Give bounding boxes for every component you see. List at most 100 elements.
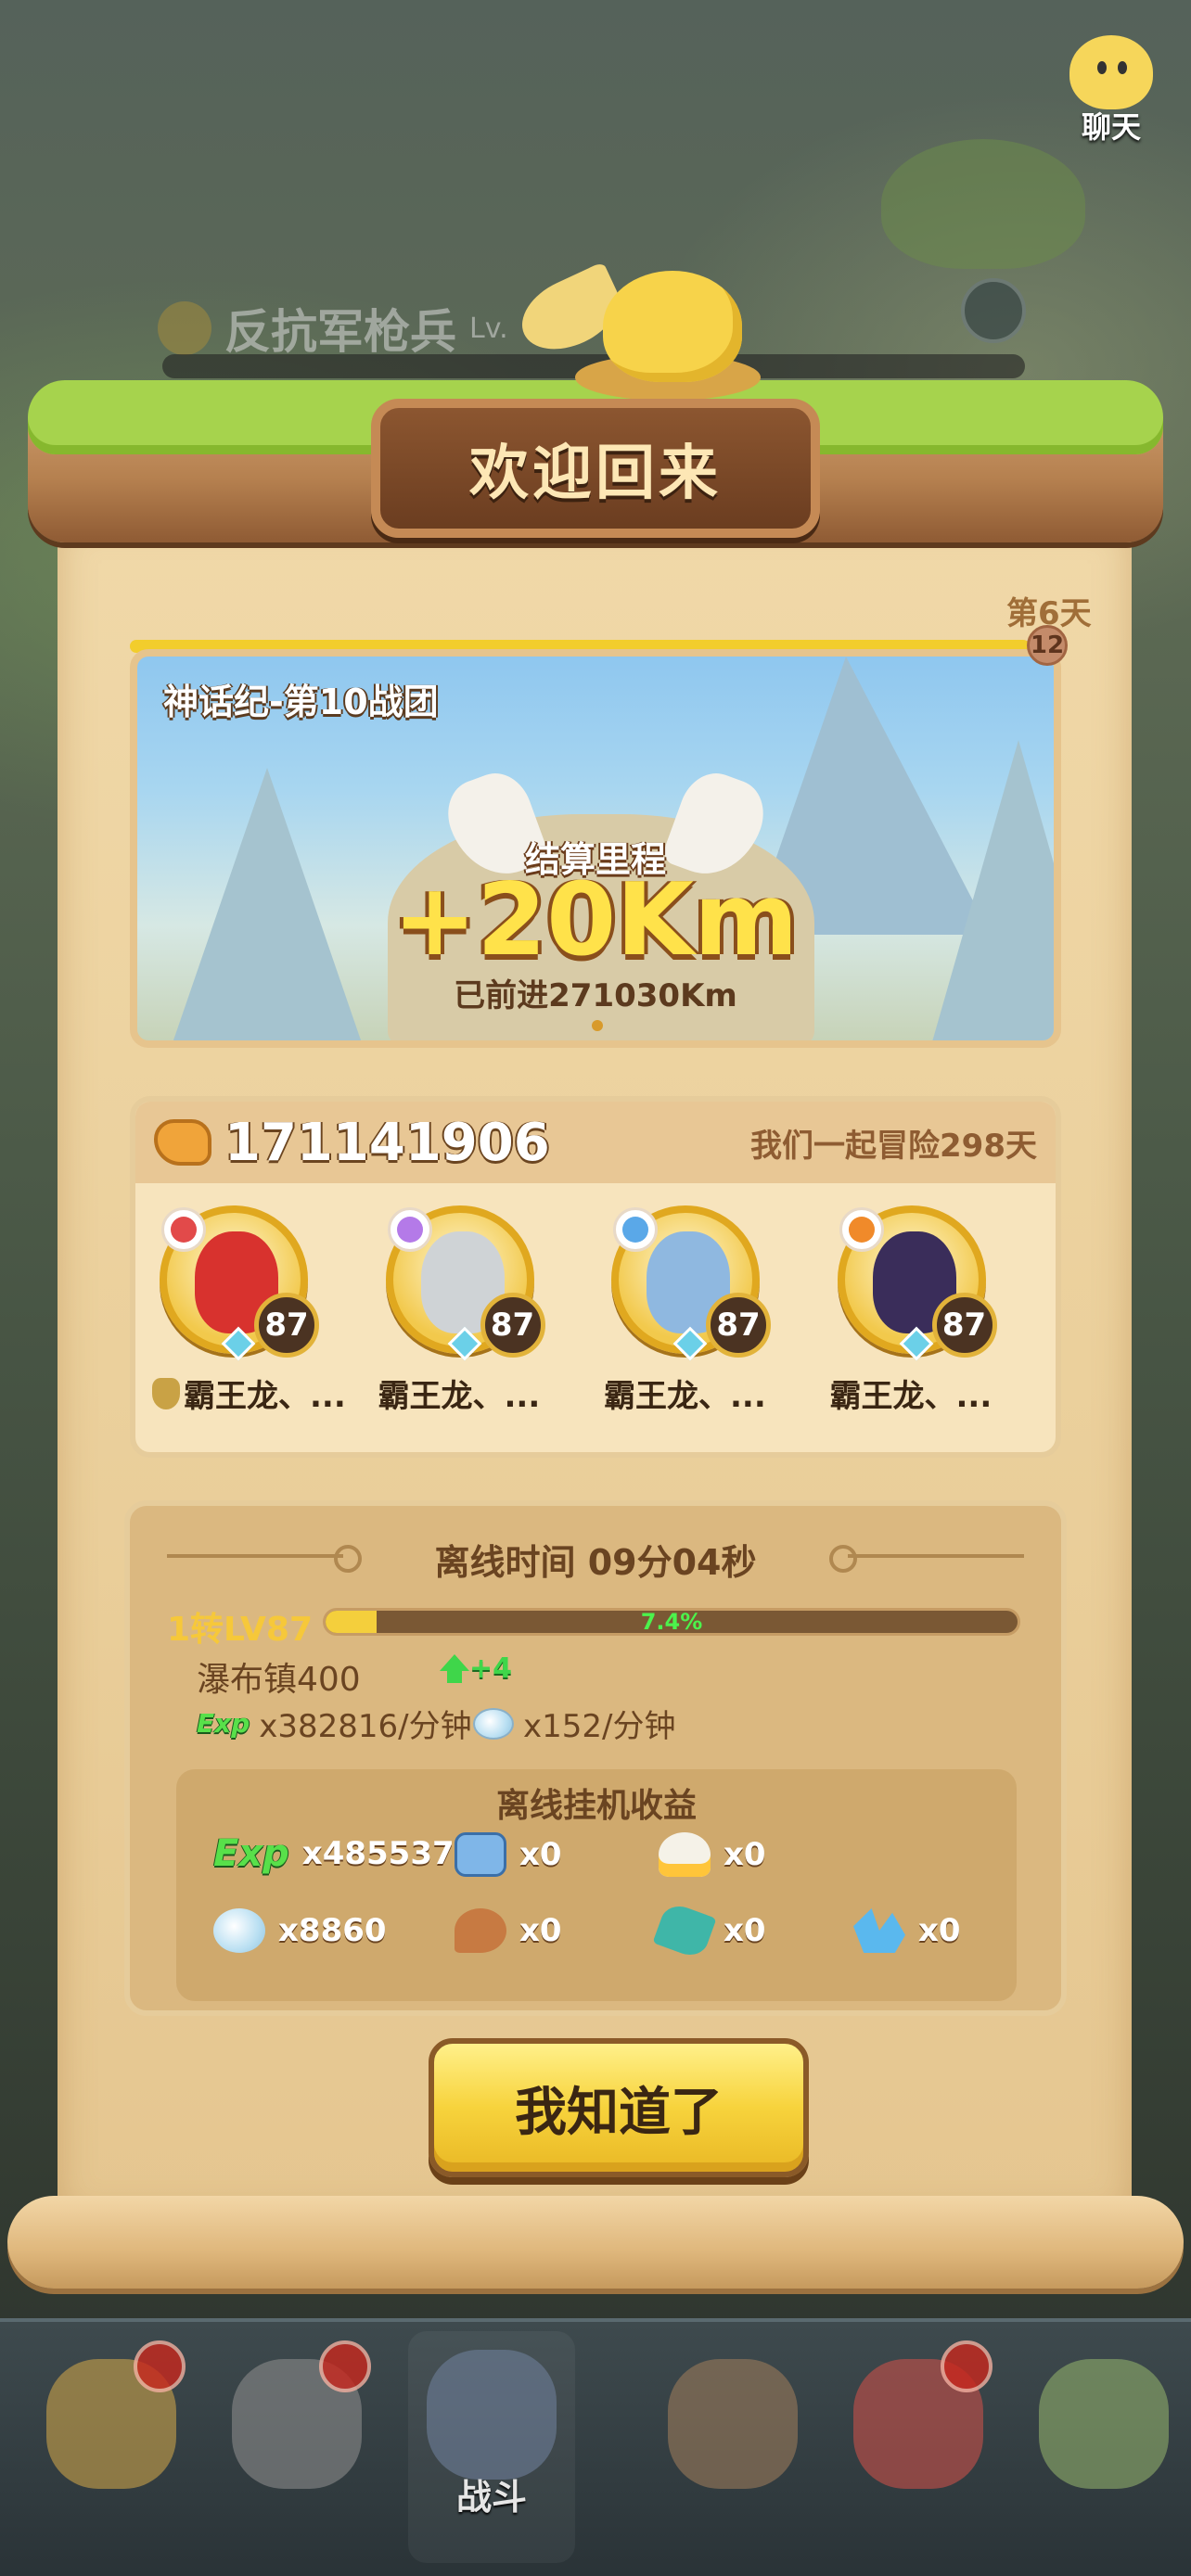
reward-value: x4855376 xyxy=(301,1835,477,1872)
hero-name: 霸王龙、... xyxy=(829,1378,992,1415)
level-label: 1转LV87 xyxy=(167,1611,313,1649)
mascot-bird-icon xyxy=(510,252,761,401)
stone-rate: x152/分钟 xyxy=(473,1701,675,1746)
team-power: 171141906 xyxy=(224,1112,550,1173)
reward-value: x8860 xyxy=(278,1912,387,1949)
up-arrow-icon xyxy=(440,1654,469,1683)
leader-shield-icon xyxy=(152,1377,180,1409)
reward-item[interactable]: x0 xyxy=(455,1908,562,1953)
nav-item-hero-5[interactable] xyxy=(1020,2340,1187,2526)
background-unit-title: 反抗军枪兵 Lv. xyxy=(158,295,508,362)
hero-level: 87 xyxy=(254,1293,319,1358)
hero-card[interactable]: 87 霸王龙、... xyxy=(830,1192,1057,1416)
exp-rate-value: x382816/分钟 xyxy=(259,1708,472,1745)
nav-item-hero-1[interactable] xyxy=(28,2340,195,2526)
exp-icon: Exp xyxy=(197,1708,250,1739)
stage-banner: 神话纪-第10战团 结算里程 +20Km 已前进271030Km xyxy=(130,649,1061,1048)
element-icon xyxy=(839,1207,884,1252)
page-indicator-dot[interactable] xyxy=(592,1020,603,1031)
stone-icon xyxy=(213,1908,265,1953)
meat-icon xyxy=(455,1908,506,1953)
unit-name: 反抗军枪兵 xyxy=(224,305,456,359)
element-color xyxy=(396,1217,423,1243)
chat-button[interactable]: 聊天 xyxy=(1046,35,1176,147)
offline-earnings: 离线挂机收益 Exp x4855376 x0 x0 x8860 x0 x0 x0 xyxy=(176,1769,1017,2001)
nav-item-battle[interactable]: 战斗 xyxy=(408,2331,575,2563)
stage-name: 神话纪-第10战团 xyxy=(163,682,439,722)
hero-portrait: 87 xyxy=(160,1205,319,1361)
reward-value: x0 xyxy=(519,1836,562,1873)
reward-value: x0 xyxy=(724,1836,766,1873)
bird xyxy=(603,271,742,382)
hero-name: 霸王龙、... xyxy=(604,1378,766,1415)
exp-percent: 7.4% xyxy=(640,1609,703,1635)
element-icon xyxy=(613,1207,658,1252)
unit-level: Lv. xyxy=(469,312,508,345)
reward-value: x0 xyxy=(918,1912,961,1949)
total-distance: 已前进271030Km xyxy=(454,977,737,1014)
distance-gained: +20Km xyxy=(392,862,799,978)
reward-item[interactable]: x8860 xyxy=(213,1908,387,1953)
exp-rate: Exp x382816/分钟 xyxy=(197,1701,472,1746)
nav-item-hero-4[interactable] xyxy=(835,2340,1002,2526)
reward-item[interactable]: Exp x4855376 xyxy=(213,1832,476,1875)
element-color xyxy=(171,1217,197,1243)
chat-label: 聊天 xyxy=(1081,109,1141,145)
teal-gem-icon xyxy=(652,1900,717,1961)
stone-rate-value: x152/分钟 xyxy=(523,1708,676,1745)
element-icon xyxy=(161,1207,206,1252)
notification-bell-icon xyxy=(134,2340,186,2392)
got-it-button[interactable]: 我知道了 xyxy=(429,2038,809,2177)
hero-card[interactable]: 87 霸王龙、... xyxy=(152,1192,378,1416)
reward-value: x0 xyxy=(519,1912,562,1949)
element-icon xyxy=(387,1207,432,1252)
notification-bell-icon xyxy=(941,2340,992,2392)
hero-level: 87 xyxy=(480,1293,545,1358)
reward-item[interactable]: x0 xyxy=(652,1900,766,1961)
hero-portrait: 87 xyxy=(611,1205,771,1361)
stone-icon xyxy=(473,1707,514,1740)
snowflake-icon xyxy=(961,278,1026,343)
dialog-title: 欢迎回来 xyxy=(469,440,722,508)
hero-portrait: 87 xyxy=(837,1205,997,1361)
chat-mascot-icon xyxy=(1069,35,1153,109)
nav-character-icon xyxy=(1039,2359,1169,2489)
hero-portrait: 87 xyxy=(385,1205,545,1361)
notification-bell-icon xyxy=(319,2340,371,2392)
nav-character-icon xyxy=(668,2359,798,2489)
offline-panel: 离线时间 09分04秒 1转LV87 7.4% 瀑布镇400 +4 Exp x3… xyxy=(124,1500,1067,2016)
reward-item[interactable]: x0 xyxy=(659,1832,766,1877)
unit-star-icon xyxy=(158,301,211,355)
hero-name-row: 霸王龙、... xyxy=(152,1371,378,1416)
hero-list: 87 霸王龙、... 87 霸王龙、... 87 霸王龙、... 87 霸王龙、... xyxy=(135,1183,1056,1416)
adventure-days: 我们一起冒险298天 xyxy=(750,1127,1037,1165)
ticket-icon xyxy=(455,1832,506,1877)
offline-time: 离线时间 09分04秒 xyxy=(434,1542,757,1583)
reward-item[interactable]: x0 xyxy=(455,1832,562,1877)
element-color xyxy=(622,1217,648,1243)
flame-icon xyxy=(659,1832,711,1877)
hero-card[interactable]: 87 霸王龙、... xyxy=(604,1192,830,1416)
location-label: 瀑布镇400 xyxy=(197,1661,361,1699)
hero-level: 87 xyxy=(931,1293,997,1358)
reward-value: x0 xyxy=(724,1912,766,1949)
day-badge: 12 xyxy=(1027,625,1068,666)
hero-name: 霸王龙、... xyxy=(184,1378,346,1415)
reward-item[interactable]: x0 xyxy=(853,1908,961,1953)
bottom-nav: 战斗 xyxy=(0,2318,1191,2576)
hero-name-row: 霸王龙、... xyxy=(604,1371,830,1416)
crystal-icon xyxy=(853,1908,905,1953)
nav-item-hero-3[interactable] xyxy=(649,2340,816,2526)
hero-name-row: 霸王龙、... xyxy=(378,1371,605,1416)
location-gain: +4 xyxy=(469,1652,513,1685)
floating-island xyxy=(881,139,1085,269)
power-arm-icon xyxy=(154,1119,211,1166)
hero-name: 霸王龙、... xyxy=(378,1378,541,1415)
nav-item-hero-2[interactable] xyxy=(213,2340,380,2526)
sword-icon xyxy=(427,2350,557,2480)
team-header: 171141906 我们一起冒险298天 xyxy=(135,1102,1056,1183)
scroll-bottom-rod xyxy=(7,2196,1184,2289)
element-color xyxy=(848,1217,875,1243)
hero-card[interactable]: 87 霸王龙、... xyxy=(378,1192,605,1416)
hero-level: 87 xyxy=(706,1293,771,1358)
